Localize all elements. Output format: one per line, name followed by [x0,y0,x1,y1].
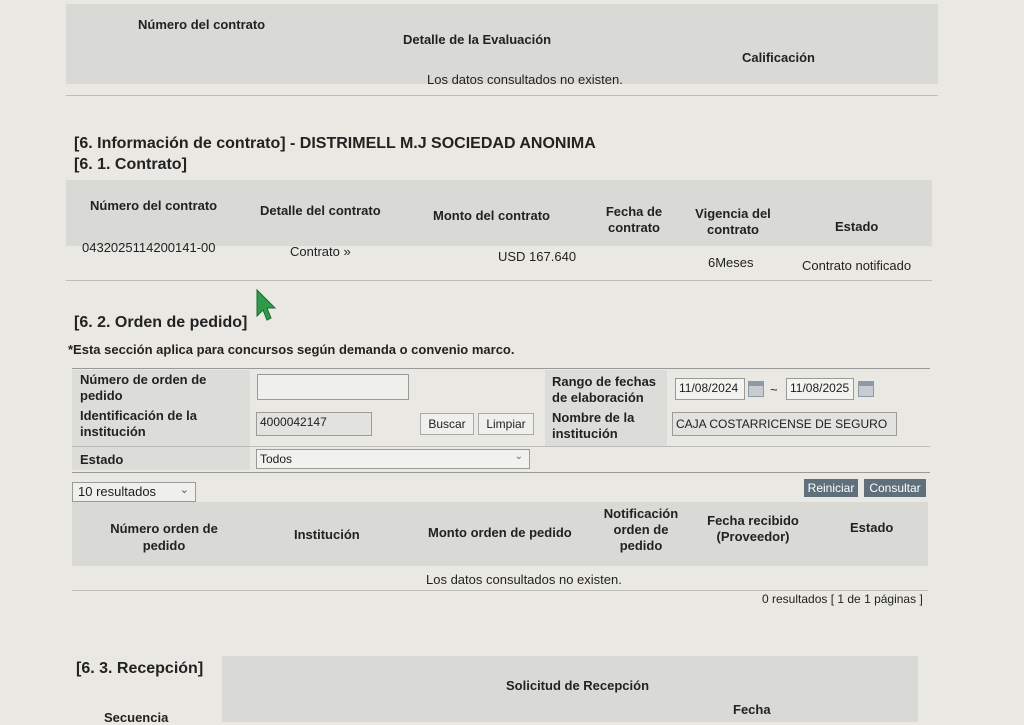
form-top-line [72,368,930,369]
contract-status-cell: Contrato notificado [802,258,912,273]
institution-id-label: Identificación de la institución [80,408,198,439]
orders-pagination: 0 resultados [ 1 de 1 páginas ] [762,592,923,606]
evaluation-empty-message: Los datos consultados no existen. [427,72,623,87]
chevron-down-icon: ⌄ [179,484,189,496]
orders-title: [6. 2. Orden de pedido] [74,314,248,331]
reception-col-request: Solicitud de Recepción [506,678,650,693]
results-per-page-select[interactable]: 10 resultados ⌄ [72,482,196,502]
form-bottom-line [72,472,930,473]
date-range-label: Rango de fechas de elaboración [552,374,657,405]
chevron-down-icon: ⌄ [514,451,523,462]
status-select-value: Todos [260,452,293,466]
contract-col-number: Número del contrato [90,198,218,213]
contract-info-title: [6. Información de contrato] - DISTRIMEL… [74,135,596,152]
contract-col-status: Estado [835,219,879,234]
evaluation-col-detail: Detalle de la Evaluación [403,32,552,47]
date-to-input[interactable]: 11/08/2025 [786,378,854,400]
mouse-cursor-icon [256,288,277,321]
evaluation-divider [66,95,938,96]
evaluation-col-rating: Calificación [742,50,815,65]
reception-col-sequence: Secuencia [104,710,169,725]
order-number-input[interactable] [257,374,409,400]
orders-col-order-number: Número orden de pedido [110,521,218,553]
contract-col-detail: Detalle del contrato [260,203,381,218]
institution-name-label: Nombre de la institución [552,410,635,441]
date-from-calendar-icon[interactable] [748,381,764,397]
reception-title: [6. 3. Recepción] [76,660,204,677]
contract-divider [66,280,932,281]
contract-col-validity: Vigencia del contrato [695,206,771,237]
status-select[interactable]: Todos ⌄ [256,449,530,469]
orders-col-received-date: Fecha recibido (Proveedor) [707,513,799,544]
institution-id-input[interactable]: 4000042147 [256,412,372,436]
contract-amount-cell: USD 167.640 [498,249,577,264]
contract-subsection-title: [6. 1. Contrato] [74,156,187,173]
orders-empty-message: Los datos consultados no existen. [426,572,622,587]
status-label: Estado [80,452,124,467]
contract-detail-link[interactable]: Contrato » [290,244,351,259]
contract-col-amount: Monto del contrato [433,208,550,223]
search-button[interactable]: Buscar [420,413,474,435]
orders-note: *Esta sección aplica para concursos segú… [68,342,515,357]
reset-button[interactable]: Reiniciar [804,479,858,497]
contract-col-date: Fecha de contrato [605,204,663,235]
date-from-input[interactable]: 11/08/2024 [675,378,745,400]
reception-col-date: Fecha [733,702,771,717]
institution-name-field: CAJA COSTARRICENSE DE SEGURO [672,412,897,436]
orders-col-institution: Institución [294,527,360,542]
clear-button[interactable]: Limpiar [478,413,534,435]
evaluation-col-contract-number: Número del contrato [138,17,266,32]
date-separator: ~ [770,382,778,397]
orders-col-notification: Notificación orden de pedido [603,506,679,553]
order-number-label: Número de orden de pedido [80,372,207,403]
results-per-page-value: 10 resultados [78,484,157,499]
contract-number-cell: 0432025114200141-00 [82,240,216,255]
query-button[interactable]: Consultar [864,479,926,497]
orders-col-amount: Monto orden de pedido [428,525,572,540]
date-to-calendar-icon[interactable] [858,381,874,397]
contract-validity-cell: 6Meses [708,255,754,270]
orders-divider [72,590,928,591]
orders-col-status: Estado [850,520,894,535]
form-row-line [72,446,930,447]
